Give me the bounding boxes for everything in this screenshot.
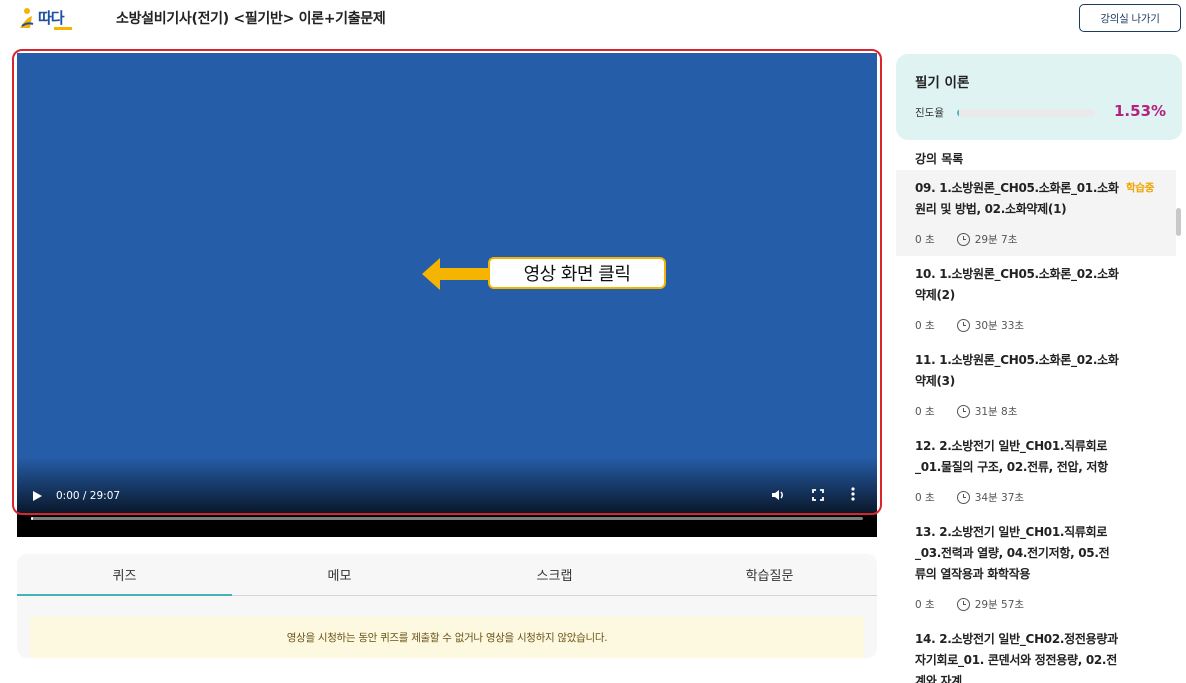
left-arrow-icon: [422, 256, 492, 296]
lecture-item[interactable]: 10. 1.소방원론_CH05.소화론_02.소화약제(2) 0 초 30분 3…: [896, 256, 1176, 342]
lecture-title: 09. 1.소방원론_CH05.소화론_01.소화원리 및 방법, 02.소화약…: [915, 181, 1119, 216]
lecture-title: 10. 1.소방원론_CH05.소화론_02.소화약제(2): [915, 267, 1119, 302]
clock-icon: [956, 597, 970, 611]
video-progress-bar[interactable]: [31, 517, 863, 520]
lecture-duration: 29분 7초: [974, 233, 1018, 246]
lecture-status-badge: 학습중: [1126, 182, 1155, 194]
clock-icon: [956, 490, 970, 504]
lecture-duration: 29분 57초: [974, 598, 1025, 611]
lecture-title: 12. 2.소방전기 일반_CH01.직류회로_01.물질의 구조, 02.전류…: [915, 439, 1108, 474]
progress-bar-fill: [957, 109, 960, 117]
video-progress-fill: [31, 517, 34, 520]
lecture-duration: 31분 8초: [974, 405, 1018, 418]
lecture-duration: 30분 33초: [974, 319, 1025, 332]
quiz-notice: 영상을 시청하는 동안 퀴즈를 제출할 수 없거나 영상을 시청하지 않았습니다…: [30, 616, 864, 658]
exit-classroom-button[interactable]: 강의실 나가기: [1079, 4, 1181, 32]
video-time: 0:00 / 29:07: [56, 490, 121, 502]
fullscreen-icon[interactable]: [812, 489, 824, 504]
lecture-duration: 34분 37초: [974, 491, 1025, 504]
study-tabs-panel: 퀴즈 메모 스크랩 학습질문 영상을 시청하는 동안 퀴즈를 제출할 수 없거나…: [17, 554, 877, 658]
lecture-meta: 0 초 29분 7초: [915, 232, 1176, 246]
lecture-title: 11. 1.소방원론_CH05.소화론_02.소화약제(3): [915, 353, 1119, 388]
volume-icon[interactable]: [771, 489, 785, 504]
clock-icon: [956, 404, 970, 418]
lecture-item[interactable]: 13. 2.소방전기 일반_CH01.직류회로_03.전력과 열량, 04.전기…: [896, 514, 1176, 621]
lecture-meta: 0 초 31분 8초: [915, 404, 1176, 418]
tab-row: 퀴즈 메모 스크랩 학습질문: [17, 554, 877, 596]
lecture-watched: 0 초: [915, 598, 935, 611]
progress-percent: 1.53%: [1114, 102, 1167, 120]
tab-memo[interactable]: 메모: [232, 554, 447, 595]
lecture-list: 09. 1.소방원론_CH05.소화론_01.소화원리 및 방법, 02.소화약…: [896, 170, 1176, 683]
video-player[interactable]: 영상 화면 클릭 0:00 / 29:07: [17, 53, 877, 537]
play-icon[interactable]: [32, 490, 46, 504]
page-title: 소방설비기사(전기) <필기반> 이론+기출문제: [116, 11, 386, 27]
progress-label: 진도율: [915, 107, 944, 119]
lecture-item[interactable]: 14. 2.소방전기 일반_CH02.정전용량과 자기회로_01. 콘덴서와 정…: [896, 621, 1176, 683]
lecture-title: 14. 2.소방전기 일반_CH02.정전용량과 자기회로_01. 콘덴서와 정…: [915, 632, 1118, 683]
clock-icon: [956, 318, 970, 332]
click-video-hint: 영상 화면 클릭: [488, 257, 666, 289]
header: 따다 소방설비기사(전기) <필기반> 이론+기출문제 강의실 나가기: [0, 0, 1186, 36]
tab-scrap[interactable]: 스크랩: [447, 554, 662, 595]
lecture-watched: 0 초: [915, 319, 935, 332]
more-options-icon[interactable]: [851, 487, 855, 505]
clock-icon: [956, 232, 970, 246]
lecture-meta: 0 초 29분 57초: [915, 597, 1176, 611]
progress-bar: [957, 109, 1095, 117]
lecture-item[interactable]: 09. 1.소방원론_CH05.소화론_01.소화원리 및 방법, 02.소화약…: [896, 170, 1176, 256]
lecture-list-title: 강의 목록: [915, 152, 964, 166]
section-title: 필기 이론: [915, 75, 970, 91]
lecture-item[interactable]: 11. 1.소방원론_CH05.소화론_02.소화약제(3) 0 초 31분 8…: [896, 342, 1176, 428]
logo-text: 따다: [38, 9, 65, 27]
lecture-item[interactable]: 12. 2.소방전기 일반_CH01.직류회로_01.물질의 구조, 02.전류…: [896, 428, 1176, 514]
logo[interactable]: 따다: [18, 6, 84, 32]
lecture-title: 13. 2.소방전기 일반_CH01.직류회로_03.전력과 열량, 04.전기…: [915, 525, 1110, 581]
lecture-meta: 0 초 30분 33초: [915, 318, 1176, 332]
lecture-meta: 0 초 34분 37초: [915, 490, 1176, 504]
progress-card: 필기 이론 진도율 1.53%: [896, 54, 1182, 140]
lecture-list-scrollbar[interactable]: [1176, 208, 1181, 236]
lecture-watched: 0 초: [915, 491, 935, 504]
lecture-watched: 0 초: [915, 233, 935, 246]
tab-study-question[interactable]: 학습질문: [662, 554, 877, 595]
lecture-watched: 0 초: [915, 405, 935, 418]
tab-quiz[interactable]: 퀴즈: [17, 554, 232, 596]
